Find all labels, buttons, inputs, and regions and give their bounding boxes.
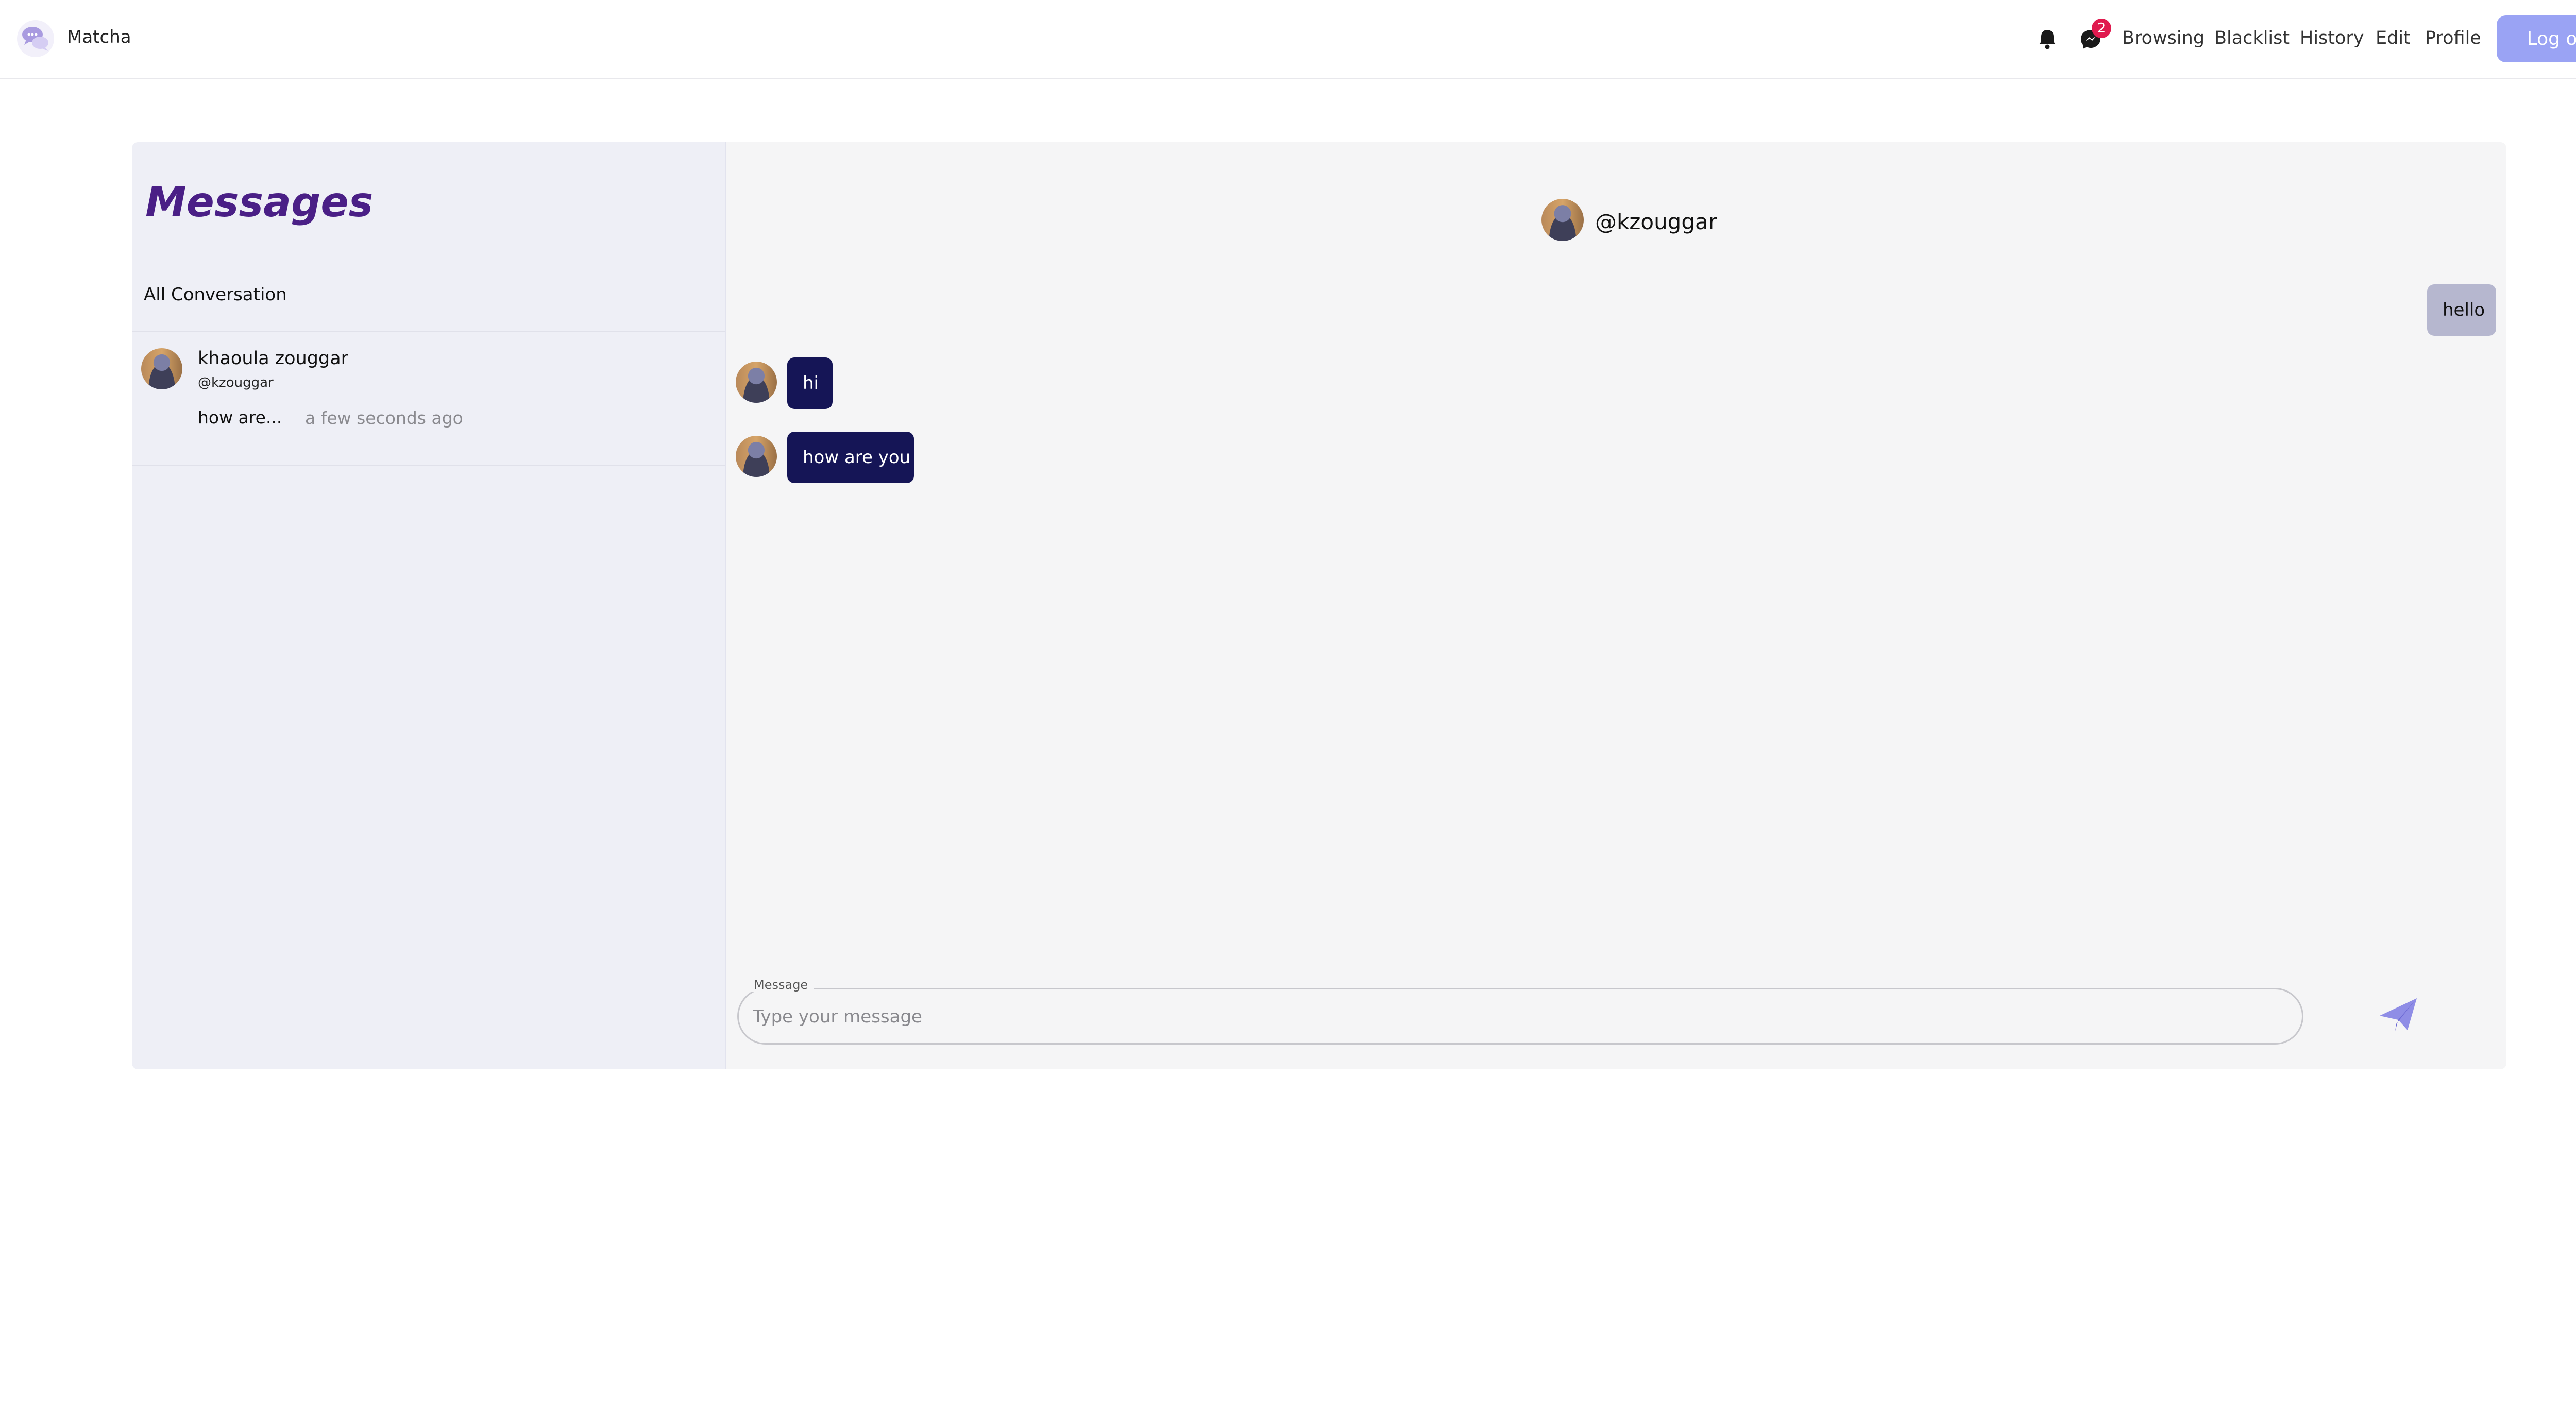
conversation-handle: @kzouggar (198, 375, 274, 390)
message-avatar (736, 436, 777, 477)
message-input-label: Message (748, 978, 815, 992)
chat-header-avatar[interactable] (1541, 199, 1584, 241)
message-input-field[interactable] (737, 988, 2303, 1045)
nav-link-profile[interactable]: Profile (2425, 28, 2481, 48)
messages-card: Messages All Conversation khaoula zougga… (132, 142, 2506, 1069)
divider (132, 331, 725, 332)
message-bubble-incoming: how are you (787, 432, 914, 483)
message-bubble-outgoing: hello (2427, 284, 2496, 336)
nav-link-browsing[interactable]: Browsing (2122, 28, 2205, 48)
divider (132, 465, 725, 466)
logout-button[interactable]: Log out (2497, 15, 2576, 62)
chat-bubbles-logo-icon[interactable] (17, 20, 54, 57)
nav-link-edit[interactable]: Edit (2376, 28, 2411, 48)
conversation-timestamp: a few seconds ago (305, 408, 463, 428)
send-icon[interactable] (2376, 993, 2422, 1034)
bell-icon[interactable] (2034, 26, 2061, 53)
avatar (141, 348, 182, 389)
top-navbar: Matcha 2 Browsing Blacklist History Edit… (0, 0, 2576, 79)
conversations-sidebar: Messages All Conversation khaoula zougga… (132, 142, 726, 1069)
all-conversations-label: All Conversation (144, 284, 287, 305)
conversation-preview: how are... (198, 407, 282, 428)
brand-name[interactable]: Matcha (67, 27, 131, 47)
conversation-name: khaoula zouggar (198, 348, 349, 369)
conversation-item[interactable]: khaoula zouggar @kzouggar how are... a f… (132, 333, 725, 460)
message-input[interactable] (752, 1000, 2289, 1034)
message-avatar (736, 362, 777, 403)
nav-link-history[interactable]: History (2300, 28, 2364, 48)
nav-link-blacklist[interactable]: Blacklist (2214, 28, 2290, 48)
page-title: Messages (145, 178, 374, 226)
messages-count-badge: 2 (2092, 19, 2111, 38)
chat-header-handle[interactable]: @kzouggar (1595, 209, 1717, 234)
message-bubble-incoming: hi (787, 357, 833, 409)
